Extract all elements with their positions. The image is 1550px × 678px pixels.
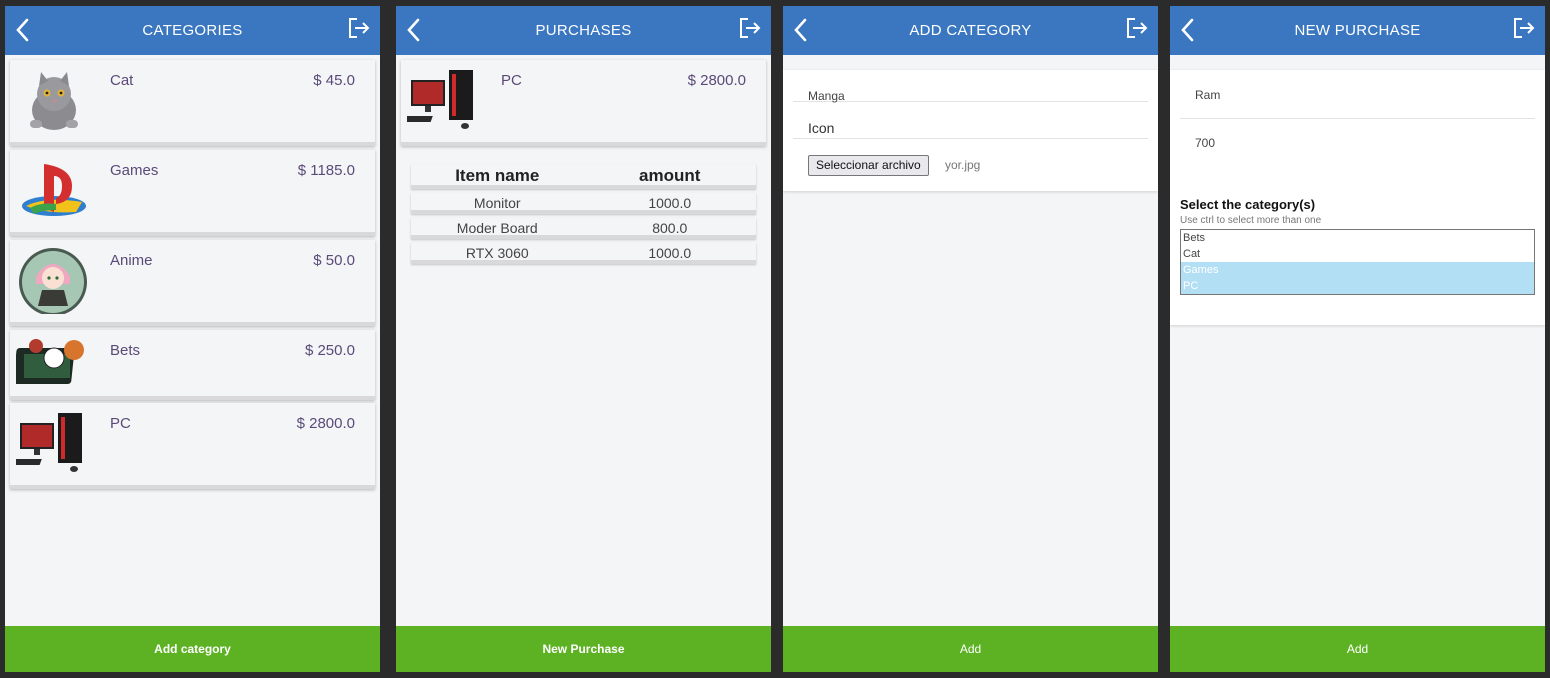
logout-icon[interactable] — [1513, 17, 1535, 39]
column-header: amount — [639, 166, 701, 185]
icon-label: Icon — [808, 120, 835, 136]
category-name: Cat — [110, 72, 134, 89]
new-purchase-button[interactable]: New Purchase — [396, 626, 771, 672]
page-title: ADD CATEGORY — [909, 22, 1032, 39]
item-name-underline — [1180, 118, 1535, 119]
purchases-screen: PURCHASES PC $ 2800.0 Item name amount M… — [396, 6, 771, 672]
category-price: $ 50.0 — [313, 252, 355, 269]
column-header: Item name — [455, 166, 540, 185]
category-name: Bets — [110, 342, 141, 359]
category-name: Games — [110, 162, 159, 179]
category-card-games[interactable]: Games $ 1185.0 — [10, 150, 375, 236]
add-category-screen: ADD CATEGORY Manga Icon Seleccionar arch… — [783, 6, 1158, 672]
category-card-cat[interactable]: Cat $ 45.0 — [10, 60, 375, 146]
playstation-thumbnail — [22, 164, 86, 216]
category-name: PC — [110, 415, 131, 432]
category-price: $ 45.0 — [313, 72, 355, 89]
item-name-cell: RTX 3060 — [465, 245, 529, 261]
app-bar: CATEGORIES — [5, 6, 380, 55]
item-name-cell: Moder Board — [456, 220, 538, 236]
new-purchase-form: Ram 700 Select the category(s) Use ctrl … — [1170, 70, 1545, 325]
logout-icon[interactable] — [739, 17, 761, 39]
category-option-selected[interactable]: PC — [1181, 278, 1534, 294]
logout-icon[interactable] — [1126, 17, 1148, 39]
app-bar: PURCHASES — [396, 6, 771, 55]
item-name-cell: Monitor — [473, 195, 521, 211]
categories-screen: CATEGORIES Cat $ 45.0 Games $ 1185.0 Ani… — [5, 6, 380, 672]
app-bar: ADD CATEGORY — [783, 6, 1158, 55]
pc-thumbnail — [16, 413, 82, 472]
page-title: CATEGORIES — [142, 22, 243, 39]
page-title: PURCHASES — [535, 22, 632, 39]
amount-cell: 800.0 — [652, 220, 688, 236]
category-option-selected[interactable]: Games — [1181, 262, 1534, 278]
category-name-input[interactable]: Manga — [808, 89, 845, 103]
select-hint: Use ctrl to select more than one — [1180, 215, 1322, 226]
purchases-table: Item name amount Monitor 1000.0 Moder Bo… — [411, 164, 756, 268]
bets-thumbnail — [16, 339, 84, 384]
category-multiselect[interactable]: Bets Cat Games PC — [1180, 229, 1535, 295]
category-price: $ 2800.0 — [296, 415, 355, 432]
category-card-bets[interactable]: Bets $ 250.0 — [10, 330, 375, 400]
select-category-label: Select the category(s) — [1180, 197, 1316, 212]
category-card-anime[interactable]: Anime $ 50.0 — [10, 240, 375, 326]
add-button[interactable]: Add — [783, 626, 1158, 672]
category-card-pc[interactable]: PC $ 2800.0 — [401, 60, 766, 146]
category-option[interactable]: Cat — [1181, 246, 1534, 262]
table-row: RTX 3060 1000.0 — [411, 243, 756, 264]
new-purchase-screen: NEW PURCHASE Ram 700 Select the category… — [1170, 6, 1545, 672]
cat-thumbnail — [30, 72, 78, 130]
amount-input[interactable]: 700 — [1195, 136, 1215, 150]
table-header: Item name amount — [411, 164, 756, 189]
page-title: NEW PURCHASE — [1294, 22, 1421, 39]
category-price: $ 1185.0 — [297, 162, 355, 179]
table-row: Moder Board 800.0 — [411, 218, 756, 239]
table-row: Monitor 1000.0 — [411, 193, 756, 214]
logout-icon[interactable] — [348, 17, 370, 39]
amount-cell: 1000.0 — [648, 245, 692, 261]
choose-file-button[interactable]: Seleccionar archivo — [808, 155, 929, 176]
category-option[interactable]: Bets — [1181, 230, 1534, 246]
anime-thumbnail — [19, 248, 87, 314]
add-button[interactable]: Add — [1170, 626, 1545, 672]
icon-field-underline — [793, 138, 1148, 139]
add-category-button[interactable]: Add category — [5, 626, 380, 672]
add-category-form: Manga Icon Seleccionar archivo yor.jpg — [783, 70, 1158, 191]
app-bar: NEW PURCHASE — [1170, 6, 1545, 55]
selected-file-name: yor.jpg — [945, 158, 981, 172]
item-name-input[interactable]: Ram — [1195, 88, 1220, 102]
name-field-underline — [793, 101, 1148, 102]
category-name: PC — [501, 72, 522, 89]
category-price: $ 2800.0 — [687, 72, 746, 89]
category-name: Anime — [110, 252, 153, 269]
pc-thumbnail — [407, 70, 473, 129]
category-price: $ 250.0 — [304, 342, 355, 359]
amount-cell: 1000.0 — [648, 195, 692, 211]
category-card-pc[interactable]: PC $ 2800.0 — [10, 403, 375, 489]
